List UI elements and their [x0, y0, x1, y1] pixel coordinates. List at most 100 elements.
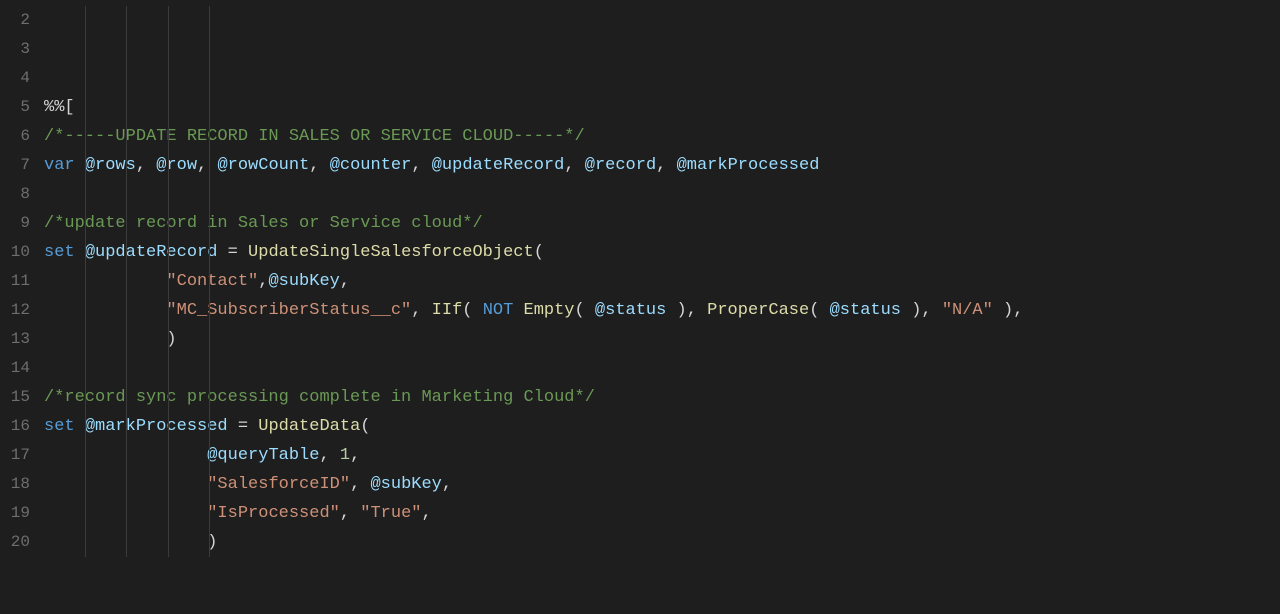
code-line[interactable]: "IsProcessed", "True",: [44, 499, 1280, 528]
token-var: @updateRecord: [432, 156, 565, 175]
token-var: @record: [585, 156, 656, 175]
token-text: ): [44, 330, 177, 349]
line-number-gutter: 234567891011121314151617181920: [0, 0, 34, 614]
token-text: ): [44, 533, 217, 552]
code-line[interactable]: [44, 354, 1280, 383]
line-number: 2: [0, 6, 30, 35]
token-func: UpdateData: [258, 417, 360, 436]
token-comment: /*-----UPDATE RECORD IN SALES OR SERVICE…: [44, 127, 585, 146]
line-number: 4: [0, 64, 30, 93]
token-text: ,: [421, 504, 431, 523]
token-keyword: NOT: [483, 301, 514, 320]
code-line[interactable]: @queryTable, 1,: [44, 441, 1280, 470]
token-string: "IsProcessed": [207, 504, 340, 523]
line-number: 18: [0, 470, 30, 499]
code-line[interactable]: /*-----UPDATE RECORD IN SALES OR SERVICE…: [44, 122, 1280, 151]
token-func: Empty: [524, 301, 575, 320]
line-number: 3: [0, 35, 30, 64]
token-string: "Contact": [166, 272, 258, 291]
line-number: 11: [0, 267, 30, 296]
token-string: "SalesforceID": [207, 475, 350, 494]
token-text: =: [228, 417, 259, 436]
code-line[interactable]: [44, 557, 1280, 586]
token-text: ),: [993, 301, 1024, 320]
token-var: @updateRecord: [85, 243, 218, 262]
line-number: 19: [0, 499, 30, 528]
token-var: @queryTable: [207, 446, 319, 465]
token-string: "True": [360, 504, 421, 523]
token-text: [513, 301, 523, 320]
code-line[interactable]: /*record sync processing complete in Mar…: [44, 383, 1280, 412]
code-editor[interactable]: 234567891011121314151617181920 %%[/*----…: [0, 0, 1280, 614]
token-comment: /*update record in Sales or Service clou…: [44, 214, 483, 233]
code-line[interactable]: var @rows, @row, @rowCount, @counter, @u…: [44, 151, 1280, 180]
token-text: [44, 446, 207, 465]
code-line[interactable]: /*update record in Sales or Service clou…: [44, 209, 1280, 238]
code-line[interactable]: set @updateRecord = UpdateSingleSalesfor…: [44, 238, 1280, 267]
line-number: 14: [0, 354, 30, 383]
token-keyword: set: [44, 243, 75, 262]
token-text: ,: [656, 156, 676, 175]
line-number: 15: [0, 383, 30, 412]
token-var: @markProcessed: [85, 417, 228, 436]
token-text: ),: [666, 301, 707, 320]
token-var: @counter: [330, 156, 412, 175]
token-text: ,: [258, 272, 268, 291]
code-line[interactable]: "Contact",@subKey,: [44, 267, 1280, 296]
token-func: ProperCase: [707, 301, 809, 320]
token-text: [75, 156, 85, 175]
code-line[interactable]: [44, 180, 1280, 209]
code-line[interactable]: [44, 586, 1280, 614]
token-text: [44, 475, 207, 494]
line-number: 12: [0, 296, 30, 325]
token-var: @subKey: [370, 475, 441, 494]
code-line[interactable]: "SalesforceID", @subKey,: [44, 470, 1280, 499]
token-var: @status: [595, 301, 666, 320]
line-number: 10: [0, 238, 30, 267]
token-text: [44, 504, 207, 523]
token-text: (: [534, 243, 544, 262]
line-number: 13: [0, 325, 30, 354]
code-line[interactable]: set @markProcessed = UpdateData(: [44, 412, 1280, 441]
token-text: %%[: [44, 98, 75, 117]
token-keyword: var: [44, 156, 75, 175]
token-text: (: [575, 301, 595, 320]
token-var: @subKey: [268, 272, 339, 291]
token-text: ,: [340, 504, 360, 523]
token-text: ,: [136, 156, 156, 175]
token-text: ,: [350, 446, 360, 465]
token-func: IIf: [432, 301, 463, 320]
line-number: 7: [0, 151, 30, 180]
token-var: @status: [830, 301, 901, 320]
token-text: ,: [319, 446, 339, 465]
code-line[interactable]: ): [44, 528, 1280, 557]
token-num: 1: [340, 446, 350, 465]
token-var: @rows: [85, 156, 136, 175]
token-text: ,: [197, 156, 217, 175]
token-text: [44, 301, 166, 320]
token-string: "N/A": [942, 301, 993, 320]
token-text: ,: [564, 156, 584, 175]
token-text: ,: [309, 156, 329, 175]
token-func: UpdateSingleSalesforceObject: [248, 243, 534, 262]
line-number: 8: [0, 180, 30, 209]
token-text: (: [809, 301, 829, 320]
code-line[interactable]: %%[: [44, 93, 1280, 122]
token-text: ,: [340, 272, 350, 291]
token-text: [44, 272, 166, 291]
token-text: ,: [411, 301, 431, 320]
token-text: ,: [442, 475, 452, 494]
code-line[interactable]: "MC_SubscriberStatus__c", IIf( NOT Empty…: [44, 296, 1280, 325]
line-number: 5: [0, 93, 30, 122]
line-number: 16: [0, 412, 30, 441]
code-area[interactable]: %%[ /*-----UPDATE RECORD IN SALES OR SERV…: [34, 0, 1280, 614]
token-text: ),: [901, 301, 942, 320]
token-var: @rowCount: [217, 156, 309, 175]
token-text: (: [360, 417, 370, 436]
token-var: @row: [156, 156, 197, 175]
code-line[interactable]: ): [44, 325, 1280, 354]
token-text: [75, 417, 85, 436]
line-number: 20: [0, 528, 30, 557]
line-number: 17: [0, 441, 30, 470]
line-number: 6: [0, 122, 30, 151]
